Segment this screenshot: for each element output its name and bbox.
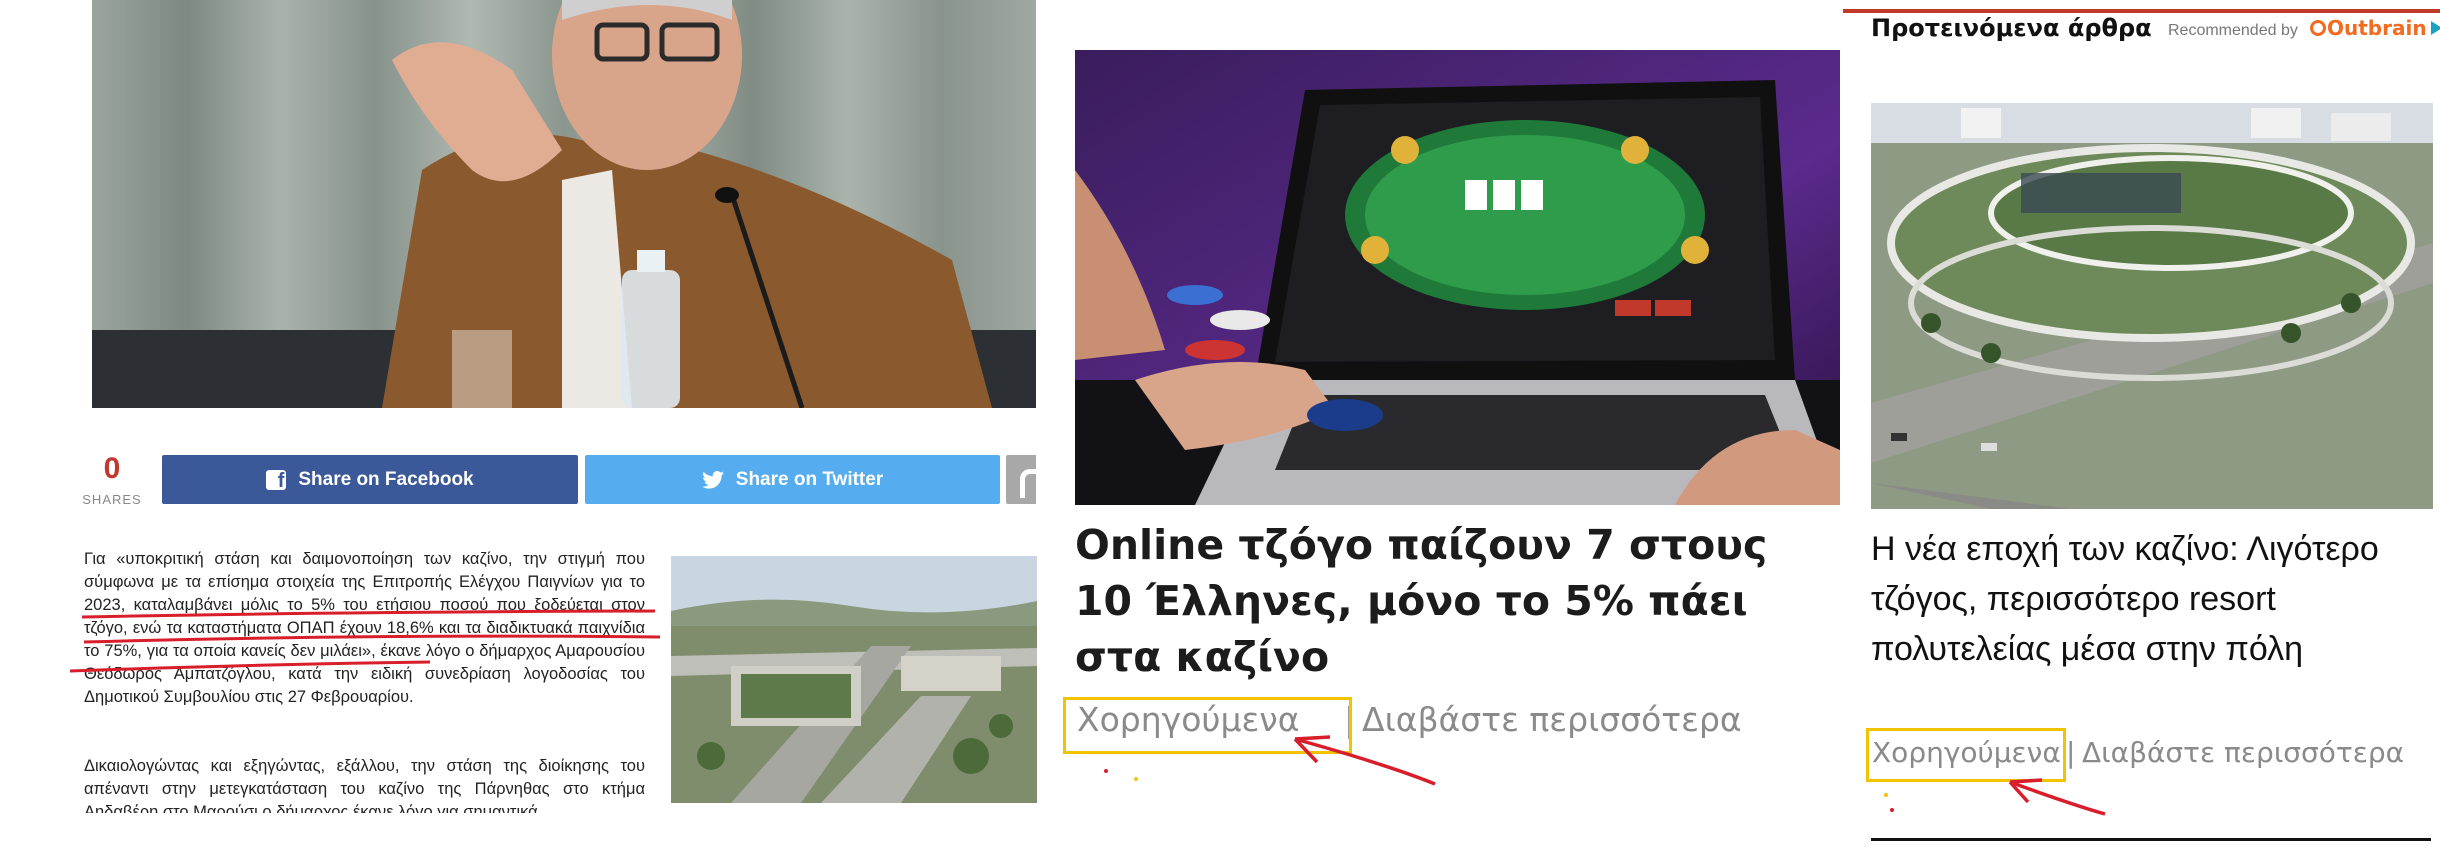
share-twitter-button[interactable]: Share on Twitter [585,455,1000,504]
sponsored-headline[interactable]: Online τζόγο παίζουν 7 στους 10 Έλληνες,… [1075,517,1835,685]
casino-resort-photo[interactable] [1871,103,2433,509]
read-more-link[interactable]: Διαβάστε περισσότερα [2082,736,2404,770]
annotation-dots [1104,769,1138,781]
recommended-headline[interactable]: Η νέα εποχή των καζίνο: Λιγότερο τζόγος,… [1871,524,2431,674]
red-underline-annotations [70,609,661,673]
red-arrow-annotation [2008,778,2106,816]
share-more-button[interactable] [1006,455,1036,504]
share-facebook-button[interactable]: f Share on Facebook [162,455,578,504]
widget-top-rule [1843,9,2440,13]
annotation-dots [1884,793,1894,812]
share-count-label: SHARES [82,492,142,507]
outbrain-logo[interactable]: Outbrain [2310,16,2440,40]
facebook-button-label: Share on Facebook [298,468,474,490]
speaker-photo [92,0,1036,408]
red-arrow-annotation [1293,735,1436,786]
twitter-button-label: Share on Twitter [735,468,884,490]
twitter-bird-icon [701,470,724,489]
aerial-city-photo [671,556,1037,803]
recommended-by-label[interactable]: Recommended by [2168,22,2298,40]
outbrain-arrow-icon [2430,21,2440,35]
outbrain-brand: Outbrain [2327,16,2427,40]
facebook-icon: f [266,469,287,490]
outbrain-circle-icon [2310,20,2326,36]
widget-bottom-rule [1871,838,2431,841]
widget-title: Προτεινόμενα άρθρα [1871,14,2152,42]
poker-laptop-photo [1075,50,1840,505]
share-count: 0 [103,452,121,485]
more-share-icon [1020,469,1036,498]
label-separator: | [2066,736,2076,769]
article-paragraph: Δικαιολογώντας και εξηγώντας, εξάλλου, τ… [84,757,645,813]
